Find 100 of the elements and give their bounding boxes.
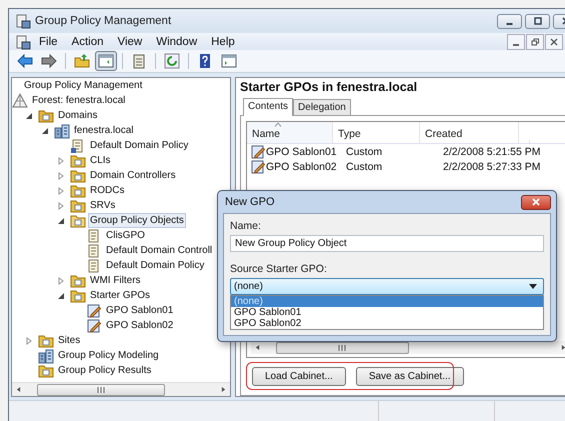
window-pane-icon	[221, 53, 237, 69]
tree-item[interactable]: Default Domain Controll	[104, 243, 214, 258]
horizontal-scrollbar[interactable]	[251, 341, 565, 354]
forward-arrow-icon	[41, 53, 57, 69]
tree-item[interactable]: fenestra.local	[72, 123, 136, 138]
menu-item[interactable]: File	[33, 36, 64, 48]
column-header[interactable]: Created	[420, 122, 519, 143]
grip-icon	[97, 386, 105, 392]
folder-icon	[38, 332, 54, 348]
cabinet-button[interactable]: Save as Cabinet...	[356, 367, 464, 386]
tree-item[interactable]: WMI Filters	[88, 273, 143, 288]
menu-item[interactable]: Action	[66, 36, 110, 48]
field-label: Name:	[230, 220, 262, 232]
tree-item[interactable]: RODCs	[88, 183, 126, 198]
pane-title: Starter GPOs in fenestra.local	[240, 80, 418, 94]
collapsed-arrow-icon[interactable]	[57, 172, 65, 180]
minimize-icon	[513, 44, 519, 46]
folder-icon	[38, 362, 54, 378]
clipboard-icon	[131, 53, 147, 69]
folder-up-icon	[74, 53, 90, 69]
expanded-arrow-icon[interactable]	[57, 216, 65, 224]
scroll-left-icon[interactable]	[16, 386, 21, 393]
tree-item[interactable]: Domains	[56, 108, 100, 123]
collapsed-arrow-icon[interactable]	[57, 276, 65, 284]
tree-item[interactable]: Forest: fenestra.local	[30, 93, 128, 108]
close-button[interactable]	[521, 194, 551, 210]
scroll-right-icon[interactable]	[561, 344, 565, 351]
folder-icon	[70, 198, 86, 214]
table-cell[interactable]: GPO Sablon01	[266, 146, 337, 158]
minimize-button[interactable]	[507, 34, 525, 50]
table-cell[interactable]: GPO Sablon02	[266, 160, 337, 172]
pencil-document-icon	[250, 158, 266, 174]
folder-icon	[70, 182, 86, 198]
close-icon	[550, 38, 558, 46]
back-arrow-icon	[17, 53, 33, 69]
minimize-button[interactable]	[497, 14, 522, 28]
tree-item[interactable]: CLIs	[88, 153, 113, 168]
folder-icon	[70, 212, 86, 228]
dropdown-option[interactable]: GPO Sablon01	[231, 307, 543, 318]
tree-item[interactable]: Group Policy Management	[22, 78, 144, 93]
tree-item[interactable]: SRVs	[88, 198, 118, 213]
menu-item[interactable]: View	[112, 36, 148, 48]
expanded-arrow-icon[interactable]	[41, 126, 49, 134]
collapsed-arrow-icon[interactable]	[57, 202, 65, 210]
folder-icon	[70, 168, 86, 184]
tree-item[interactable]: Starter GPOs	[88, 288, 152, 303]
tab[interactable]: Contents	[243, 98, 294, 116]
pencil-document-icon	[86, 318, 102, 334]
restore-icon	[531, 38, 539, 46]
tab[interactable]: Delegation	[293, 99, 351, 115]
name-field[interactable]: New Group Policy Object	[230, 235, 544, 252]
close-button[interactable]	[545, 34, 563, 50]
column-header[interactable]: Type	[333, 122, 420, 143]
triangle-icon	[12, 92, 28, 108]
tree-item[interactable]: Sites	[56, 333, 82, 348]
column-header[interactable]: Name	[247, 122, 333, 143]
source-dropdown[interactable]: (none)	[230, 278, 544, 295]
close-icon	[531, 198, 541, 206]
caret-icon	[529, 284, 537, 289]
dropdown-option[interactable]: GPO Sablon02	[231, 318, 543, 329]
restore-button[interactable]	[526, 34, 544, 50]
minimize-icon	[506, 22, 513, 24]
folder-icon	[70, 288, 86, 304]
tree-item[interactable]: ClisGPO	[104, 228, 147, 243]
cabinet-button[interactable]: Load Cabinet...	[252, 367, 346, 386]
menu-item[interactable]: Window	[150, 36, 204, 48]
collapsed-arrow-icon[interactable]	[57, 156, 65, 164]
refresh-icon	[164, 53, 180, 69]
folder-icon	[70, 272, 86, 288]
dialog-title: New GPO	[225, 196, 275, 208]
expanded-arrow-icon[interactable]	[25, 112, 33, 120]
app-icon	[15, 13, 31, 29]
pencil-document-icon	[86, 302, 102, 318]
collapsed-arrow-icon[interactable]	[57, 186, 65, 194]
field-label: Source Starter GPO:	[230, 263, 328, 275]
maximize-icon	[532, 16, 542, 26]
tree-item[interactable]: Group Policy Results	[56, 363, 154, 378]
maximize-button[interactable]	[525, 14, 550, 28]
tree-item[interactable]: Group Policy Objects	[88, 213, 186, 228]
table-cell-text: Custom	[345, 146, 384, 158]
tree-item[interactable]: GPO Sablon01	[104, 303, 176, 318]
grip-icon	[338, 344, 346, 350]
buildings-icon	[38, 348, 54, 364]
tree-item[interactable]: Default Domain Policy	[88, 138, 190, 153]
folder-icon	[38, 108, 54, 124]
tree-item[interactable]: Group Policy Modeling	[56, 348, 161, 363]
buildings-icon	[54, 122, 70, 138]
table-cell-text: 2/2/2008 5:27:33 PM	[442, 160, 542, 172]
tree-item[interactable]: GPO Sablon02	[104, 318, 176, 333]
expanded-arrow-icon[interactable]	[57, 292, 65, 300]
tree-item[interactable]: Domain Controllers	[88, 168, 178, 183]
console-tree-button[interactable]	[95, 51, 117, 71]
tree-item[interactable]: Default Domain Policy	[104, 258, 206, 273]
horizontal-scrollbar[interactable]	[12, 382, 230, 396]
scroll-left-icon[interactable]	[255, 344, 260, 351]
table-cell-text: 2/2/2008 5:21:55 PM	[442, 146, 542, 158]
menu-item[interactable]: Help	[205, 36, 241, 48]
scroll-right-icon[interactable]	[221, 386, 226, 393]
folder-icon	[70, 152, 86, 168]
collapsed-arrow-icon[interactable]	[25, 336, 33, 344]
